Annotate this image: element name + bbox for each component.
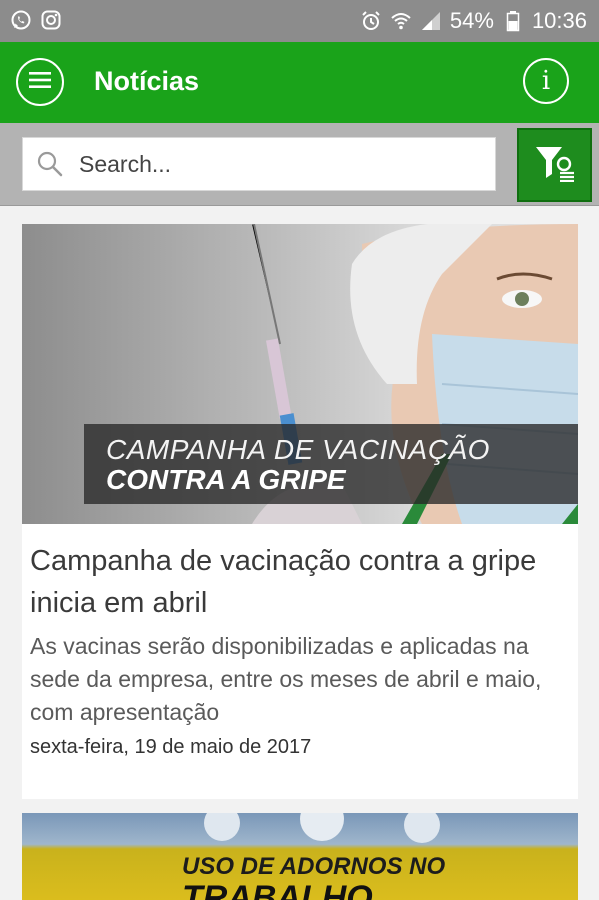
instagram-icon — [40, 9, 62, 31]
info-icon: i — [541, 66, 551, 96]
search-bar — [0, 123, 599, 206]
info-button[interactable]: i — [523, 58, 569, 104]
menu-icon — [29, 71, 51, 94]
app-bar: Notícias i — [0, 42, 599, 123]
whatsapp-icon — [10, 9, 32, 31]
image-caption-line1: CAMPANHA DE VACINAÇÃO — [106, 434, 490, 465]
status-bar-right: 54% 10:36 — [360, 6, 587, 36]
status-bar-left — [10, 9, 62, 31]
image-caption-line2: TRABALHO — [182, 879, 373, 900]
news-date: sexta-feira, 19 de maio de 2017 — [30, 736, 312, 758]
news-card[interactable]: USO DE ADORNOS NO TRABALHO — [22, 813, 578, 900]
search-input[interactable] — [77, 149, 481, 179]
news-feed: CAMPANHA DE VACINAÇÃO CONTRA A GRIPE Cam… — [0, 206, 599, 900]
status-bar: 54% 10:36 — [0, 0, 599, 42]
wifi-icon — [390, 10, 412, 32]
news-card[interactable]: CAMPANHA DE VACINAÇÃO CONTRA A GRIPE Cam… — [22, 224, 578, 799]
signal-icon — [420, 10, 442, 32]
battery-percentage: 54% — [449, 8, 494, 33]
menu-button[interactable] — [16, 58, 64, 106]
clock: 10:36 — [531, 8, 587, 33]
news-card-image[interactable]: CAMPANHA DE VACINAÇÃO CONTRA A GRIPE — [22, 224, 578, 524]
news-title[interactable]: Campanha de vacinação contra a gripe ini… — [30, 540, 570, 624]
news-summary: As vacinas serão disponibilizadas e apli… — [30, 633, 542, 725]
search-box[interactable] — [22, 137, 496, 191]
image-caption-line2: CONTRA A GRIPE — [106, 464, 346, 495]
battery-icon — [502, 10, 524, 32]
news-card-image[interactable]: USO DE ADORNOS NO TRABALHO — [22, 813, 578, 900]
filter-button[interactable] — [517, 128, 592, 202]
image-caption-line1: USO DE ADORNOS NO — [182, 853, 446, 880]
search-icon — [35, 149, 65, 179]
alarm-icon — [360, 10, 382, 32]
filter-icon — [534, 144, 576, 187]
page-title: Notícias — [94, 66, 200, 96]
